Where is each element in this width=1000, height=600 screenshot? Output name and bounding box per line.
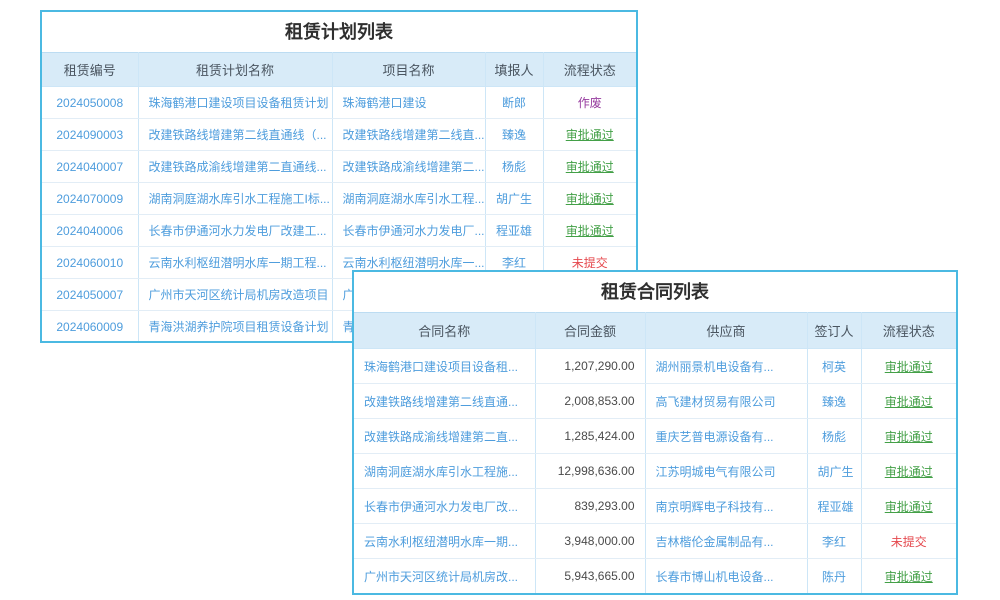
header-row: 租赁编号租赁计划名称项目名称填报人流程状态 — [42, 53, 636, 87]
cell-lease-id[interactable]: 2024060009 — [42, 311, 138, 343]
cell-signer-name[interactable]: 柯英 — [807, 349, 861, 384]
cell-contract-name[interactable]: 改建铁路线增建第二线直通... — [354, 384, 535, 419]
cell-contract-amount: 12,998,636.00 — [535, 454, 645, 489]
table-row: 2024040007改建铁路成渝线增建第二直通线...改建铁路成渝线增建第二..… — [42, 151, 636, 183]
status-badge[interactable]: 审批通过 — [861, 559, 956, 594]
table-row: 2024050008珠海鹤港口建设项目设备租赁计划珠海鹤港口建设断郎作废 — [42, 87, 636, 119]
cell-reporter-name[interactable]: 断郎 — [485, 87, 543, 119]
table-row: 云南水利枢纽潜明水库一期...3,948,000.00吉林楷伦金属制品有...李… — [354, 524, 956, 559]
status-badge[interactable]: 审批通过 — [543, 183, 636, 215]
status-badge[interactable]: 审批通过 — [861, 419, 956, 454]
cell-project-name[interactable]: 改建铁路成渝线增建第二... — [332, 151, 485, 183]
cell-lease-id[interactable]: 2024040007 — [42, 151, 138, 183]
table-row: 珠海鹤港口建设项目设备租...1,207,290.00湖州丽景机电设备有...柯… — [354, 349, 956, 384]
cell-supplier-name[interactable]: 湖州丽景机电设备有... — [645, 349, 807, 384]
cell-project-name[interactable]: 长春市伊通河水力发电厂... — [332, 215, 485, 247]
cell-signer-name[interactable]: 杨彪 — [807, 419, 861, 454]
status-badge[interactable]: 审批通过 — [543, 215, 636, 247]
cell-supplier-name[interactable]: 南京明辉电子科技有... — [645, 489, 807, 524]
table-row: 改建铁路成渝线增建第二直...1,285,424.00重庆艺普电源设备有...杨… — [354, 419, 956, 454]
cell-supplier-name[interactable]: 重庆艺普电源设备有... — [645, 419, 807, 454]
table-row: 广州市天河区统计局机房改...5,943,665.00长春市博山机电设备...陈… — [354, 559, 956, 594]
cell-reporter-name[interactable]: 程亚雄 — [485, 215, 543, 247]
lease-plan-title: 租赁计划列表 — [42, 12, 636, 52]
cell-plan-name[interactable]: 改建铁路线增建第二线直通线（... — [138, 119, 332, 151]
table-row: 2024040006长春市伊通河水力发电厂改建工...长春市伊通河水力发电厂..… — [42, 215, 636, 247]
lease-plan-table-header: 租赁编号租赁计划名称项目名称填报人流程状态 — [42, 53, 636, 87]
cell-plan-name[interactable]: 湖南洞庭湖水库引水工程施工I标... — [138, 183, 332, 215]
table-row: 改建铁路线增建第二线直通...2,008,853.00高飞建材贸易有限公司臻逸审… — [354, 384, 956, 419]
cell-contract-name[interactable]: 广州市天河区统计局机房改... — [354, 559, 535, 594]
status-badge[interactable]: 审批通过 — [861, 489, 956, 524]
cell-project-name[interactable]: 珠海鹤港口建设 — [332, 87, 485, 119]
cell-plan-name[interactable]: 珠海鹤港口建设项目设备租赁计划 — [138, 87, 332, 119]
cell-lease-id[interactable]: 2024040006 — [42, 215, 138, 247]
column-header: 项目名称 — [332, 53, 485, 87]
cell-lease-id[interactable]: 2024050007 — [42, 279, 138, 311]
lease-contract-title: 租赁合同列表 — [354, 272, 956, 312]
status-badge: 未提交 — [861, 524, 956, 559]
lease-contract-panel: 租赁合同列表 合同名称合同金额供应商签订人流程状态 珠海鹤港口建设项目设备租..… — [352, 270, 958, 595]
cell-project-name[interactable]: 改建铁路线增建第二线直... — [332, 119, 485, 151]
cell-plan-name[interactable]: 长春市伊通河水力发电厂改建工... — [138, 215, 332, 247]
column-header: 租赁编号 — [42, 53, 138, 87]
status-badge[interactable]: 审批通过 — [543, 151, 636, 183]
column-header: 签订人 — [807, 313, 861, 349]
cell-lease-id[interactable]: 2024090003 — [42, 119, 138, 151]
cell-contract-name[interactable]: 改建铁路成渝线增建第二直... — [354, 419, 535, 454]
cell-plan-name[interactable]: 改建铁路成渝线增建第二直通线... — [138, 151, 332, 183]
status-badge[interactable]: 审批通过 — [861, 349, 956, 384]
cell-contract-amount: 1,285,424.00 — [535, 419, 645, 454]
cell-supplier-name[interactable]: 江苏明城电气有限公司 — [645, 454, 807, 489]
lease-contract-table-header: 合同名称合同金额供应商签订人流程状态 — [354, 313, 956, 349]
cell-reporter-name[interactable]: 臻逸 — [485, 119, 543, 151]
cell-supplier-name[interactable]: 长春市博山机电设备... — [645, 559, 807, 594]
status-badge[interactable]: 审批通过 — [543, 119, 636, 151]
cell-contract-name[interactable]: 云南水利枢纽潜明水库一期... — [354, 524, 535, 559]
cell-plan-name[interactable]: 云南水利枢纽潜明水库一期工程... — [138, 247, 332, 279]
cell-lease-id[interactable]: 2024050008 — [42, 87, 138, 119]
column-header: 填报人 — [485, 53, 543, 87]
table-row: 2024090003改建铁路线增建第二线直通线（...改建铁路线增建第二线直..… — [42, 119, 636, 151]
cell-signer-name[interactable]: 臻逸 — [807, 384, 861, 419]
cell-contract-name[interactable]: 珠海鹤港口建设项目设备租... — [354, 349, 535, 384]
lease-contract-table-body: 珠海鹤港口建设项目设备租...1,207,290.00湖州丽景机电设备有...柯… — [354, 349, 956, 594]
cell-contract-amount: 2,008,853.00 — [535, 384, 645, 419]
column-header: 流程状态 — [543, 53, 636, 87]
cell-signer-name[interactable]: 李红 — [807, 524, 861, 559]
cell-supplier-name[interactable]: 吉林楷伦金属制品有... — [645, 524, 807, 559]
cell-contract-amount: 1,207,290.00 — [535, 349, 645, 384]
table-row: 2024070009湖南洞庭湖水库引水工程施工I标...湖南洞庭湖水库引水工程.… — [42, 183, 636, 215]
cell-project-name[interactable]: 湖南洞庭湖水库引水工程... — [332, 183, 485, 215]
table-row: 湖南洞庭湖水库引水工程施...12,998,636.00江苏明城电气有限公司胡广… — [354, 454, 956, 489]
cell-reporter-name[interactable]: 胡广生 — [485, 183, 543, 215]
column-header: 流程状态 — [861, 313, 956, 349]
cell-plan-name[interactable]: 广州市天河区统计局机房改造项目 — [138, 279, 332, 311]
cell-reporter-name[interactable]: 杨彪 — [485, 151, 543, 183]
column-header: 供应商 — [645, 313, 807, 349]
lease-contract-table: 合同名称合同金额供应商签订人流程状态 珠海鹤港口建设项目设备租...1,207,… — [354, 312, 956, 594]
cell-contract-amount: 839,293.00 — [535, 489, 645, 524]
column-header: 合同金额 — [535, 313, 645, 349]
cell-contract-name[interactable]: 湖南洞庭湖水库引水工程施... — [354, 454, 535, 489]
cell-plan-name[interactable]: 青海洪湖养护院项目租赁设备计划 — [138, 311, 332, 343]
cell-lease-id[interactable]: 2024070009 — [42, 183, 138, 215]
cell-signer-name[interactable]: 陈丹 — [807, 559, 861, 594]
cell-signer-name[interactable]: 胡广生 — [807, 454, 861, 489]
cell-lease-id[interactable]: 2024060010 — [42, 247, 138, 279]
cell-contract-amount: 5,943,665.00 — [535, 559, 645, 594]
cell-contract-amount: 3,948,000.00 — [535, 524, 645, 559]
column-header: 合同名称 — [354, 313, 535, 349]
header-row: 合同名称合同金额供应商签订人流程状态 — [354, 313, 956, 349]
status-badge[interactable]: 审批通过 — [861, 454, 956, 489]
status-badge: 作废 — [543, 87, 636, 119]
table-row: 长春市伊通河水力发电厂改...839,293.00南京明辉电子科技有...程亚雄… — [354, 489, 956, 524]
cell-contract-name[interactable]: 长春市伊通河水力发电厂改... — [354, 489, 535, 524]
cell-signer-name[interactable]: 程亚雄 — [807, 489, 861, 524]
column-header: 租赁计划名称 — [138, 53, 332, 87]
cell-supplier-name[interactable]: 高飞建材贸易有限公司 — [645, 384, 807, 419]
status-badge[interactable]: 审批通过 — [861, 384, 956, 419]
